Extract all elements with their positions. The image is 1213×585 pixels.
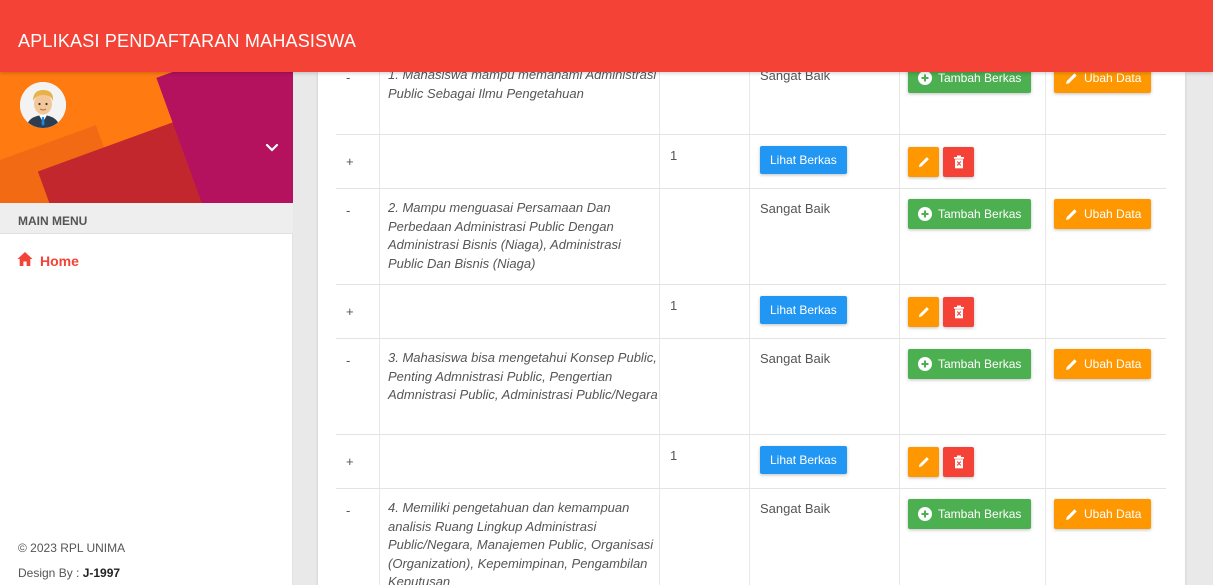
- rating-text: Sangat Baik: [760, 351, 831, 366]
- delete-file-button[interactable]: [943, 147, 974, 177]
- plus-circle-icon: [918, 357, 932, 371]
- table-row: - 1. Mahasiswa mampu memahami Administra…: [336, 72, 1166, 135]
- collapse-toggle[interactable]: -: [346, 503, 350, 518]
- pencil-icon: [918, 457, 929, 468]
- file-count: 1: [670, 448, 678, 463]
- file-count: 1: [670, 148, 678, 163]
- expand-toggle[interactable]: +: [346, 454, 354, 469]
- edit-file-button[interactable]: [908, 147, 939, 177]
- view-file-label: Lihat Berkas: [770, 453, 837, 467]
- pencil-icon: [1066, 358, 1077, 370]
- file-count: 1: [670, 298, 678, 313]
- edit-data-button[interactable]: Ubah Data: [1054, 499, 1152, 529]
- view-file-label: Lihat Berkas: [770, 153, 837, 167]
- pencil-icon: [1066, 508, 1077, 520]
- add-file-label: Tambah Berkas: [938, 207, 1022, 221]
- view-file-button[interactable]: Lihat Berkas: [760, 446, 847, 474]
- table-row: - 3. Mahasiswa bisa mengetahui Konsep Pu…: [336, 339, 1166, 435]
- add-file-button[interactable]: Tambah Berkas: [908, 349, 1032, 379]
- edit-data-label: Ubah Data: [1084, 207, 1142, 221]
- collapse-toggle[interactable]: -: [346, 353, 350, 368]
- trash-icon: [953, 455, 964, 469]
- design-by-value: J-1997: [82, 566, 121, 580]
- table-row: + 1 Lihat Berkas: [336, 435, 1166, 489]
- delete-file-button[interactable]: [943, 297, 974, 327]
- rating-text: Sangat Baik: [760, 72, 831, 83]
- edit-data-label: Ubah Data: [1084, 507, 1142, 521]
- avatar[interactable]: [20, 82, 66, 128]
- view-file-button[interactable]: Lihat Berkas: [760, 146, 847, 174]
- table-row: - 4. Memiliki pengetahuan dan kemampuan …: [336, 489, 1166, 585]
- sidebar-item-label: Home: [40, 253, 79, 269]
- view-file-button[interactable]: Lihat Berkas: [760, 296, 847, 324]
- edit-file-button[interactable]: [908, 447, 939, 477]
- add-file-button[interactable]: Tambah Berkas: [908, 199, 1032, 229]
- edit-file-button[interactable]: [908, 297, 939, 327]
- pencil-icon: [918, 307, 929, 318]
- edit-data-button[interactable]: Ubah Data: [1054, 349, 1152, 379]
- rating-text: Sangat Baik: [760, 501, 831, 516]
- home-icon: [17, 252, 33, 266]
- plus-circle-icon: [918, 507, 932, 521]
- collapse-toggle[interactable]: -: [346, 203, 350, 218]
- chevron-down-icon[interactable]: [262, 138, 282, 158]
- rating-text: Sangat Baik: [760, 201, 831, 216]
- main-menu-header: MAIN MENU: [0, 203, 293, 234]
- edit-data-label: Ubah Data: [1084, 357, 1142, 371]
- top-app-bar: APLIKASI PENDAFTARAN MAHASISWA: [0, 0, 1213, 72]
- copyright-text: © 2023 RPL UNIMA: [18, 541, 126, 555]
- main-menu-label: MAIN MENU: [18, 214, 88, 228]
- expand-toggle[interactable]: +: [346, 154, 354, 169]
- plus-circle-icon: [918, 207, 932, 221]
- pencil-icon: [918, 157, 929, 168]
- add-file-label: Tambah Berkas: [938, 507, 1022, 521]
- collapse-toggle[interactable]: -: [346, 72, 350, 85]
- trash-icon: [953, 305, 964, 319]
- competency-description: 1. Mahasiswa mampu memahami Administrasi…: [388, 72, 657, 101]
- add-file-button[interactable]: Tambah Berkas: [908, 72, 1032, 93]
- add-file-label: Tambah Berkas: [938, 357, 1022, 371]
- app-title: APLIKASI PENDAFTARAN MAHASISWA: [18, 31, 357, 51]
- competency-description: 4. Memiliki pengetahuan dan kemampuan an…: [388, 500, 654, 585]
- design-by-label: Design By :: [18, 566, 80, 580]
- delete-file-button[interactable]: [943, 447, 974, 477]
- add-file-button[interactable]: Tambah Berkas: [908, 499, 1032, 529]
- trash-icon: [953, 155, 964, 169]
- competency-description: 2. Mampu menguasai Persamaan Dan Perbeda…: [388, 200, 621, 271]
- pencil-icon: [1066, 208, 1077, 220]
- table-row: + 1 Lihat Berkas: [336, 285, 1166, 339]
- content-card: - 1. Mahasiswa mampu memahami Administra…: [318, 72, 1185, 585]
- user-info-banner: [0, 72, 293, 203]
- design-by: Design By : J-1997: [18, 566, 120, 580]
- table-row: + 1 Lihat Berkas: [336, 135, 1166, 189]
- table-row: - 2. Mampu menguasai Persamaan Dan Perbe…: [336, 189, 1166, 285]
- expand-toggle[interactable]: +: [346, 304, 354, 319]
- competency-description: 3. Mahasiswa bisa mengetahui Konsep Publ…: [388, 350, 658, 402]
- sidebar: MAIN MENU Home © 2023 RPL UNIMA Design B…: [0, 72, 293, 585]
- pencil-icon: [1066, 72, 1077, 84]
- sidebar-item-home[interactable]: Home: [0, 235, 293, 279]
- add-file-label: Tambah Berkas: [938, 72, 1022, 85]
- edit-data-button[interactable]: Ubah Data: [1054, 199, 1152, 229]
- plus-circle-icon: [918, 72, 932, 85]
- view-file-label: Lihat Berkas: [770, 303, 837, 317]
- edit-data-button[interactable]: Ubah Data: [1054, 72, 1152, 93]
- edit-data-label: Ubah Data: [1084, 72, 1142, 85]
